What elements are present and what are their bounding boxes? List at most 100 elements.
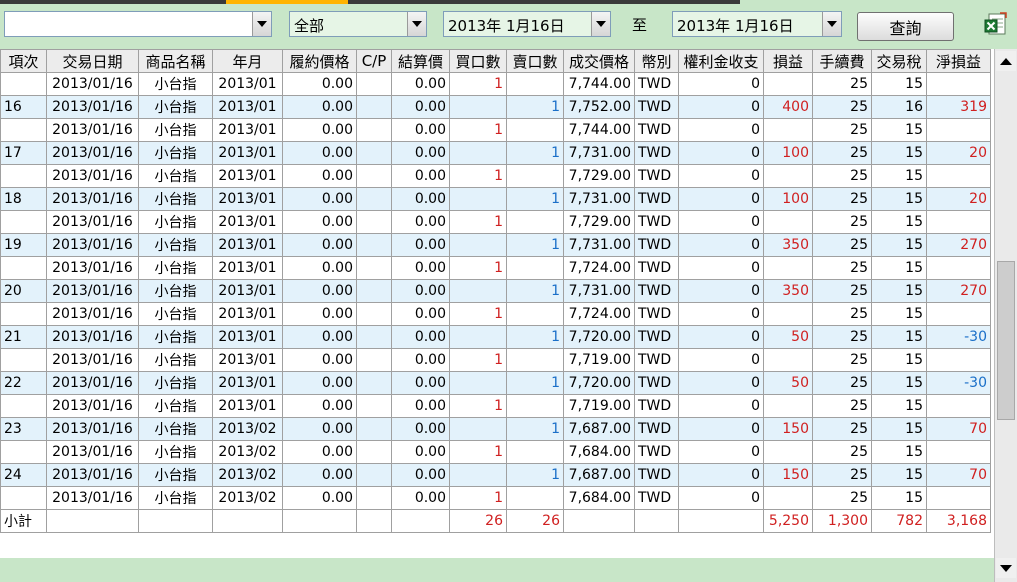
table-row[interactable]: 2013/01/16 小台指 2013/02 0.00 0.00 1 7,684.00 TWD…	[0, 440, 991, 464]
table-row[interactable]: 2013/01/16 小台指 2013/01 0.00 0.00 1 7,729.00 TWD…	[0, 210, 991, 234]
table-row[interactable]: 17 2013/01/16 小台指 2013/01 0.00 0.00 1 7,731.00 T…	[0, 141, 991, 165]
tab-active-highlight[interactable]	[226, 0, 348, 4]
table-row[interactable]: 2013/01/16 小台指 2013/01 0.00 0.00 1 7,719.00 TWD…	[0, 394, 991, 418]
table-row[interactable]: 19 2013/01/16 小台指 2013/01 0.00 0.00 1 7,731.00 T…	[0, 233, 991, 257]
table-row[interactable]: 24 2013/01/16 小台指 2013/02 0.00 0.00 1 7,687.00 T…	[0, 463, 991, 487]
column-header[interactable]: 年月	[212, 49, 283, 73]
cell-net-pnl	[926, 256, 991, 280]
cell-tax: 15	[871, 417, 927, 441]
table-row[interactable]: 2013/01/16 小台指 2013/01 0.00 0.00 1 7,724.00 TWD…	[0, 302, 991, 326]
cell-fee: 25	[812, 279, 872, 303]
table-row[interactable]: 2013/01/16 小台指 2013/02 0.00 0.00 1 7,684.00 TWD…	[0, 486, 991, 510]
cell-tax: 15	[871, 256, 927, 280]
cell-premium: 0	[678, 371, 764, 395]
table-row[interactable]: 20 2013/01/16 小台指 2013/01 0.00 0.00 1 7,731.00 T…	[0, 279, 991, 303]
cell-trade-price: 7,724.00	[563, 256, 635, 280]
table-row[interactable]: 2013/01/16 小台指 2013/01 0.00 0.00 1 7,724.00 TWD…	[0, 256, 991, 280]
cell-year-month: 2013/01	[212, 95, 283, 119]
column-header[interactable]: 買口數	[449, 49, 507, 73]
scroll-up-button[interactable]	[996, 51, 1016, 71]
cell-trade-price: 7,684.00	[563, 486, 635, 510]
column-header[interactable]: 履約價格	[282, 49, 357, 73]
table-row[interactable]: 23 2013/01/16 小台指 2013/02 0.00 0.00 1 7,687.00 T…	[0, 417, 991, 441]
table-row[interactable]: 21 2013/01/16 小台指 2013/01 0.00 0.00 1 7,720.00 T…	[0, 325, 991, 349]
cell-tax: 15	[871, 440, 927, 464]
date-to-picker[interactable]: 2013年 1月16日	[672, 11, 842, 37]
date-from-picker[interactable]: 2013年 1月16日	[443, 11, 611, 37]
cell-sell-qty: 1	[506, 187, 564, 211]
table-row[interactable]: 2013/01/16 小台指 2013/01 0.00 0.00 1 7,729.00 TWD…	[0, 164, 991, 188]
column-header[interactable]: 成交價格	[563, 49, 635, 73]
cell-pnl	[763, 256, 813, 280]
column-header[interactable]: 交易日期	[46, 49, 139, 73]
product-dropdown-button[interactable]	[407, 12, 426, 36]
column-header[interactable]: 交易稅	[871, 49, 927, 73]
vertical-scrollbar[interactable]	[994, 49, 1017, 582]
cell-premium: 0	[678, 95, 764, 119]
cell-strike: 0.00	[282, 417, 357, 441]
cell-tax: 15	[871, 302, 927, 326]
cell-year-month: 2013/01	[212, 279, 283, 303]
cell-tax: 15	[871, 118, 927, 142]
cell-pnl: 50	[763, 371, 813, 395]
cell-fee: 25	[812, 348, 872, 372]
table-row[interactable]: 2013/01/16 小台指 2013/01 0.00 0.00 1 7,719.00 TWD…	[0, 348, 991, 372]
cell-trade-price: 7,744.00	[563, 72, 635, 96]
column-header[interactable]: 項次	[0, 49, 47, 73]
cell-year-month: 2013/01	[212, 325, 283, 349]
column-header[interactable]: 幣別	[634, 49, 679, 73]
column-header[interactable]: C/P	[356, 49, 392, 73]
cell-product: 小台指	[138, 72, 213, 96]
product-select[interactable]: 全部	[289, 11, 427, 37]
scrollbar-thumb[interactable]	[997, 261, 1015, 420]
table-row[interactable]: 18 2013/01/16 小台指 2013/01 0.00 0.00 1 7,731.00 T…	[0, 187, 991, 211]
table-row[interactable]: 2013/01/16 小台指 2013/01 0.00 0.00 1 7,744.00 TWD…	[0, 72, 991, 96]
cell-sell-qty: 1	[506, 371, 564, 395]
cell-settle-price: 0.00	[391, 325, 450, 349]
cell-tax: 15	[871, 233, 927, 257]
cell-premium: 0	[678, 118, 764, 142]
cell-buy-qty: 1	[449, 348, 507, 372]
account-select[interactable]	[4, 11, 272, 37]
cell-settle-price: 0.00	[391, 486, 450, 510]
filter-toolbar: 全部 2013年 1月16日 至 2013年 1月16日 查詢	[0, 0, 1017, 49]
cell-sell-qty	[506, 440, 564, 464]
cell-pnl	[763, 394, 813, 418]
column-header[interactable]: 淨損益	[926, 49, 991, 73]
column-header[interactable]: 結算價	[391, 49, 450, 73]
cell-trade-price: 7,744.00	[563, 118, 635, 142]
cell-tax: 16	[871, 95, 927, 119]
table-row[interactable]: 16 2013/01/16 小台指 2013/01 0.00 0.00 1 7,752.00 T…	[0, 95, 991, 119]
table-row[interactable]: 22 2013/01/16 小台指 2013/01 0.00 0.00 1 7,720.00 T…	[0, 371, 991, 395]
cell-sell-qty: 1	[506, 417, 564, 441]
cell-pnl: 100	[763, 141, 813, 165]
cell-trade-date: 2013/01/16	[46, 141, 139, 165]
cell-tax: 15	[871, 325, 927, 349]
column-header[interactable]: 權利金收支	[678, 49, 764, 73]
column-header[interactable]: 損益	[763, 49, 813, 73]
column-header[interactable]: 商品名稱	[138, 49, 213, 73]
cell-item-no	[0, 210, 47, 234]
cell-tax: 15	[871, 72, 927, 96]
column-header[interactable]: 手續費	[812, 49, 872, 73]
cell-item-no	[0, 256, 47, 280]
cell-settle-price: 0.00	[391, 256, 450, 280]
trade-detail-grid: 項次 交易日期 商品名稱 年月 履約價格 C/P 結算價 買口數 賣口數 成交價…	[0, 49, 994, 582]
date-to-dropdown-button[interactable]	[822, 12, 841, 36]
cell-year-month: 2013/01	[212, 187, 283, 211]
scroll-down-button[interactable]	[996, 558, 1016, 578]
column-header[interactable]: 賣口數	[506, 49, 564, 73]
cell-premium: 0	[678, 279, 764, 303]
cell-trade-date: 2013/01/16	[46, 279, 139, 303]
cell-tax: 15	[871, 371, 927, 395]
table-row[interactable]: 2013/01/16 小台指 2013/01 0.00 0.00 1 7,744.00 TWD…	[0, 118, 991, 142]
excel-export-icon[interactable]	[984, 12, 1008, 36]
cell-item-no	[0, 440, 47, 464]
date-from-dropdown-button[interactable]	[591, 12, 610, 36]
cell-pnl	[763, 486, 813, 510]
cell-pnl: 150	[763, 417, 813, 441]
query-button[interactable]: 查詢	[857, 12, 954, 41]
account-dropdown-button[interactable]	[252, 12, 271, 36]
cell-call-put	[356, 325, 392, 349]
cell-trade-date: 2013/01/16	[46, 72, 139, 96]
